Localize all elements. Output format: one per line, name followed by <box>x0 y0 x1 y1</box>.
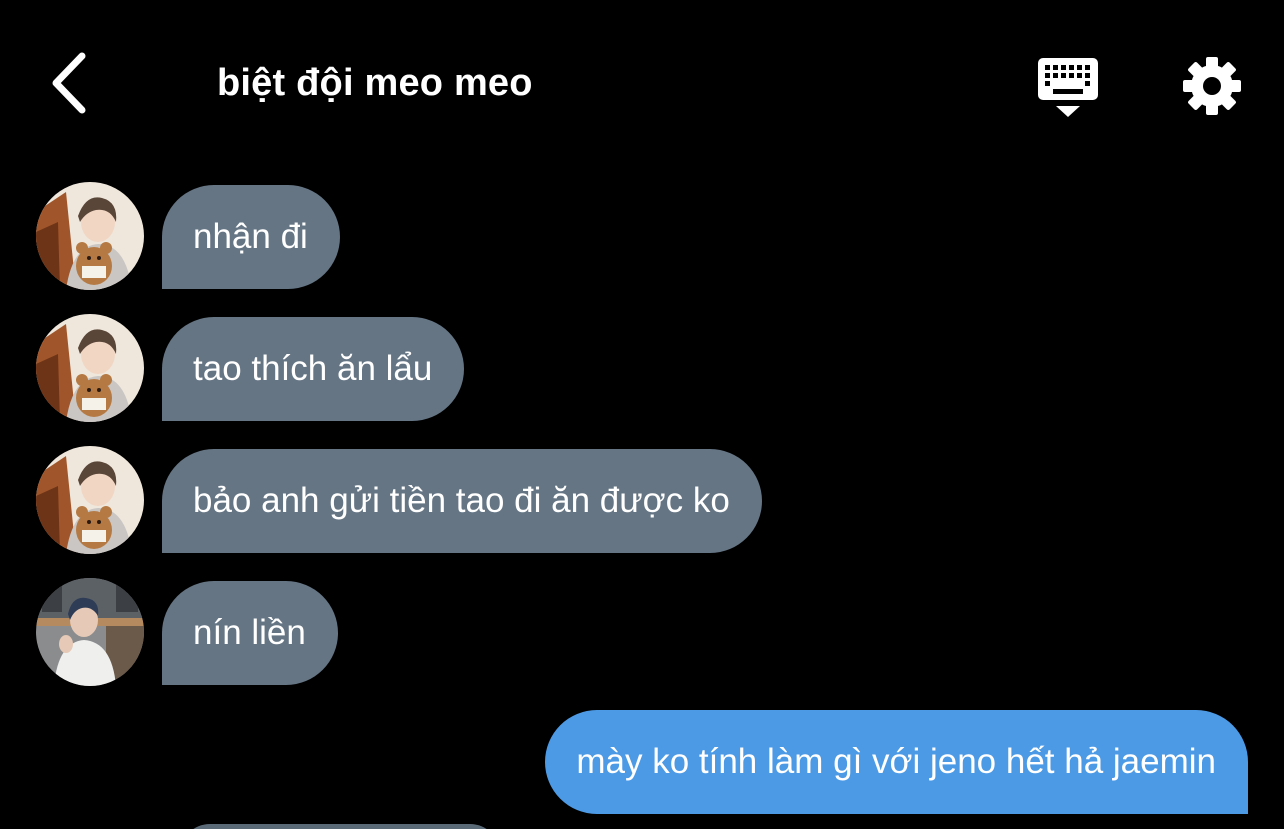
avatar[interactable] <box>36 314 144 422</box>
keyboard-toggle-button[interactable] <box>1034 54 1102 120</box>
gear-icon <box>1180 57 1244 122</box>
chat-header: biệt đội meo meo <box>0 0 1284 160</box>
chat-title: biệt đội meo meo <box>217 62 533 104</box>
incoming-message-bubble[interactable]: nhận đi <box>162 185 340 289</box>
keyboard-hide-icon <box>1034 58 1102 124</box>
back-button[interactable] <box>40 50 96 120</box>
settings-button[interactable] <box>1180 54 1244 118</box>
chat-screen: biệt đội meo meo nhận đi tao thích ăn lẩ… <box>0 0 1284 829</box>
incoming-message-bubble[interactable]: tao thích ăn lẩu <box>162 317 465 421</box>
incoming-message-bubble[interactable]: bảo anh gửi tiền tao đi ăn được ko <box>162 449 762 553</box>
next-message-bubble-edge <box>180 824 500 829</box>
outgoing-message-bubble[interactable]: mày ko tính làm gì với jeno hết hả jaemi… <box>545 710 1248 814</box>
avatar[interactable] <box>36 182 144 290</box>
avatar[interactable] <box>36 446 144 554</box>
incoming-message-bubble[interactable]: nín liền <box>162 581 338 685</box>
chevron-left-icon <box>48 52 88 119</box>
avatar[interactable] <box>36 578 144 686</box>
